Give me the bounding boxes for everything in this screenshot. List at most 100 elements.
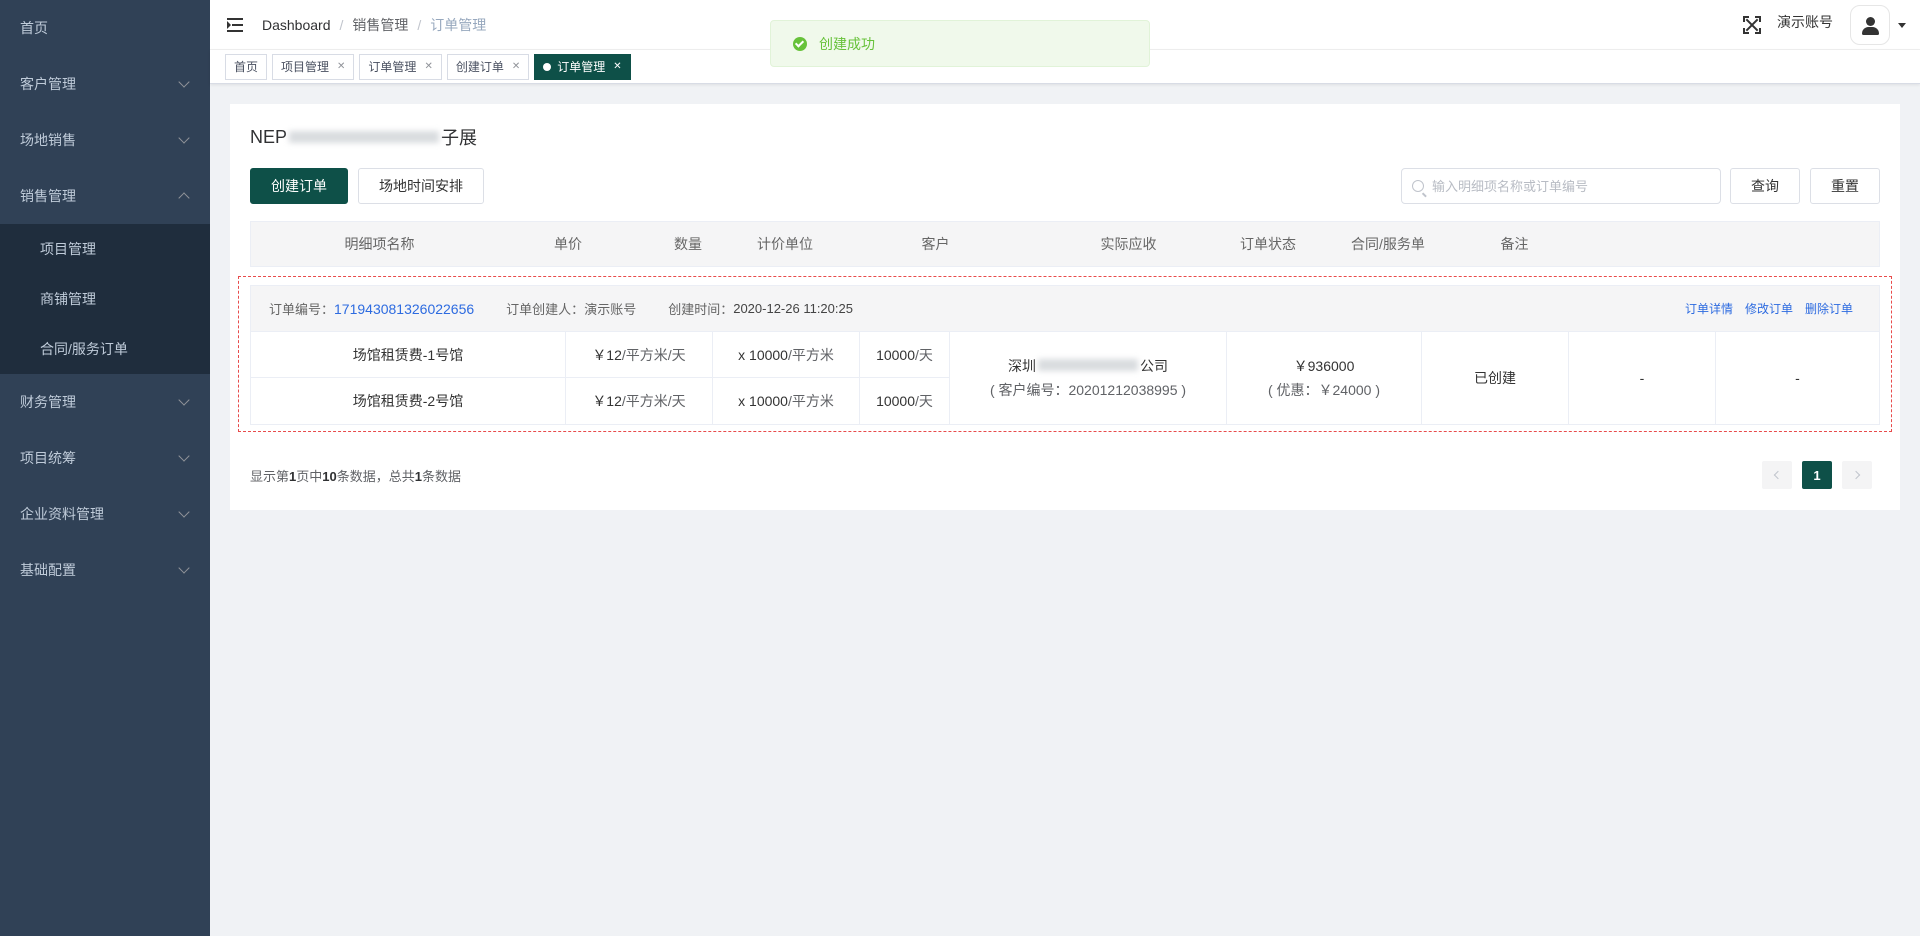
pager-text: 显示第: [250, 469, 290, 484]
qty-value: x 10000: [738, 346, 788, 363]
chevron-down-icon: [178, 132, 190, 144]
customer-no: ( 客户编号：20201212038995 ): [989, 382, 1187, 398]
search-input[interactable]: [1432, 178, 1712, 194]
check-circle-icon: [793, 36, 807, 51]
menu-sales[interactable]: 销售管理: [0, 168, 210, 224]
close-icon[interactable]: ✕: [512, 55, 520, 79]
edit-order-link[interactable]: 修改订单: [1745, 300, 1793, 317]
project-title-prefix: NEP: [250, 126, 288, 147]
qty-value: x 10000: [738, 393, 788, 409]
chevron-down-icon: [178, 506, 190, 518]
breadcrumb-sales[interactable]: 销售管理: [352, 15, 408, 35]
tag-orders[interactable]: 订单管理 ✕: [359, 53, 442, 80]
column-header: 单价: [554, 236, 582, 252]
menu-customer[interactable]: 客户管理: [0, 56, 210, 112]
toast-message: 创建成功: [819, 35, 875, 52]
pager-text: 条数据: [421, 469, 461, 484]
search-icon: [1412, 180, 1424, 192]
close-icon[interactable]: ✕: [613, 55, 621, 79]
menu-customer-label: 客户管理: [20, 76, 76, 92]
fullscreen-icon[interactable]: [1743, 16, 1761, 34]
item-name-cell: 场馆租赁费-1号馆: [251, 332, 566, 378]
tag-orders-active[interactable]: 订单管理 ✕: [534, 53, 631, 80]
chevron-down-icon: [178, 450, 190, 462]
submenu-project[interactable]: 项目管理: [0, 224, 210, 274]
success-toast: 创建成功: [770, 20, 1150, 67]
menu-company-info[interactable]: 企业资料管理: [0, 486, 210, 542]
order-no-link[interactable]: 171943081326022656: [334, 301, 474, 317]
price-cell: ￥12/平方米/天: [566, 332, 713, 378]
pagination: 1: [1752, 461, 1872, 489]
menu-company-info-label: 企业资料管理: [20, 506, 104, 522]
next-page-button[interactable]: [1842, 461, 1872, 489]
tag-home[interactable]: 首页: [225, 53, 268, 80]
page-button[interactable]: 1: [1802, 461, 1832, 489]
pagination-summary: 显示第1页中10条数据，总共1条数据: [250, 466, 461, 485]
caret-down-icon[interactable]: [1898, 22, 1906, 28]
tag-label: 项目管理: [281, 59, 330, 74]
create-order-button[interactable]: 创建订单: [250, 168, 348, 204]
submenu-contract-order[interactable]: 合同/服务订单: [0, 324, 210, 374]
billing-value: 10000: [876, 346, 916, 363]
discount-value: ( 优惠：￥24000 ): [1267, 382, 1381, 398]
order-actions: 订单详情 修改订单 删除订单: [1673, 300, 1853, 317]
billing-unit: /天: [915, 346, 933, 363]
qty-unit: /平方米: [787, 346, 834, 363]
close-icon[interactable]: ✕: [424, 55, 432, 79]
menu-coordination-label: 项目统筹: [20, 450, 76, 466]
menu-home-label: 首页: [20, 20, 48, 36]
query-button[interactable]: 查询: [1730, 168, 1800, 204]
column-header: 合同/服务单: [1351, 236, 1425, 252]
receivable-cell: ￥936000 ( 优惠：￥24000 ): [1227, 332, 1422, 424]
chevron-right-icon: [1851, 470, 1861, 480]
menu-finance[interactable]: 财务管理: [0, 374, 210, 430]
tag-create-order[interactable]: 创建订单 ✕: [446, 53, 530, 80]
menu-base-config-label: 基础配置: [20, 562, 76, 578]
column-header: 订单状态: [1240, 236, 1296, 252]
tag-label: 订单管理: [557, 59, 606, 74]
project-title: NEP 子展: [250, 124, 477, 150]
customer-cell: 深圳 公司 ( 客户编号：20201212038995 ): [950, 332, 1227, 424]
column-header: 明细项名称: [344, 236, 415, 252]
customer-suffix: 公司: [1140, 358, 1168, 374]
pager-text: 页中: [296, 469, 323, 484]
user-name: 演示账号: [1777, 14, 1833, 30]
tag-project[interactable]: 项目管理 ✕: [272, 53, 355, 80]
qty-cell: x 10000/平方米: [713, 332, 860, 378]
avatar[interactable]: [1850, 5, 1890, 45]
time-label: 创建时间：: [668, 302, 734, 317]
menu-venue-sales-label: 场地销售: [20, 132, 76, 148]
menu-home[interactable]: 首页: [0, 0, 210, 56]
breadcrumb-orders: 订单管理: [430, 16, 487, 33]
chevron-left-icon: [1773, 470, 1783, 480]
hamburger-icon[interactable]: [227, 17, 245, 33]
close-icon[interactable]: ✕: [337, 55, 345, 79]
chevron-up-icon: [178, 192, 190, 204]
status-cell: 已创建: [1422, 332, 1569, 424]
contract-cell: -: [1569, 332, 1716, 424]
remark-cell: -: [1795, 370, 1800, 386]
breadcrumb-dashboard[interactable]: Dashboard: [262, 17, 331, 33]
customer-name: 深圳 公司: [1008, 356, 1168, 376]
item-name-cell: 场馆租赁费-2号馆: [251, 378, 566, 424]
menu-coordination[interactable]: 项目统筹: [0, 430, 210, 486]
schedule-button[interactable]: 场地时间安排: [358, 168, 484, 204]
column-header: 计价单位: [757, 236, 813, 252]
creator-label: 订单创建人：: [506, 302, 585, 317]
qty-cell: x 10000/平方米: [713, 378, 860, 424]
customer-prefix: 深圳: [1008, 358, 1036, 374]
chevron-down-icon: [178, 76, 190, 88]
order-detail-link[interactable]: 订单详情: [1685, 300, 1733, 317]
price-value: ￥12: [592, 393, 622, 409]
time-value: 2020-12-26 11:20:25: [733, 301, 853, 316]
price-cell: ￥12/平方米/天: [566, 378, 713, 424]
submenu-shop[interactable]: 商铺管理: [0, 274, 210, 324]
receivable-value: ￥936000: [1293, 358, 1355, 374]
prev-page-button[interactable]: [1762, 461, 1792, 489]
order-highlight-box: 订单编号： 171943081326022656 订单创建人： 演示账号 创建时…: [238, 276, 1892, 432]
order-no-label: 订单编号：: [269, 302, 335, 317]
delete-order-link[interactable]: 删除订单: [1805, 300, 1853, 317]
menu-venue-sales[interactable]: 场地销售: [0, 112, 210, 168]
menu-base-config[interactable]: 基础配置: [0, 542, 210, 598]
reset-button[interactable]: 重置: [1810, 168, 1880, 204]
